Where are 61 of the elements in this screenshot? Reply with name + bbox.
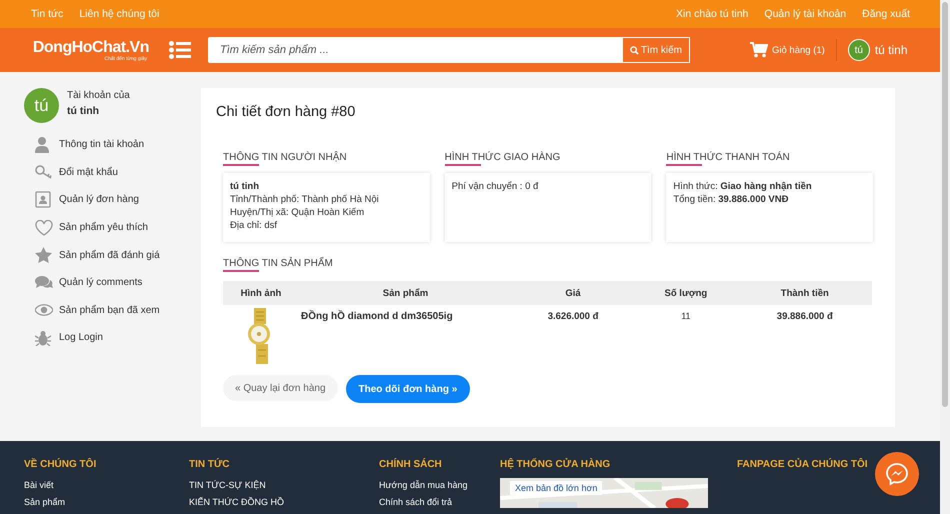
product-name[interactable]: ĐỒng hỒ diamond d dm36505ig: [301, 311, 453, 322]
cart-icon[interactable]: [750, 42, 768, 58]
footer-heading: VỀ CHÚNG TÔI: [24, 459, 98, 470]
footer-link[interactable]: Sản phẩm: [24, 497, 189, 507]
table-cell: 11: [681, 311, 691, 321]
info-line: Huyện/Thị xã: Quận Hoàn Kiếm: [230, 207, 366, 218]
info-line: Tỉnh/Thành phố: Thành phố Hà Nội: [230, 194, 380, 205]
info-line: Phí vận chuyển : 0 đ: [452, 181, 540, 192]
user-avatar: tú: [24, 88, 59, 123]
footer-heading: CHÍNH SÁCH: [379, 459, 443, 470]
sidebar-item[interactable]: Quản lý đơn hàng: [59, 194, 139, 206]
user-icon: [35, 136, 49, 153]
footer-heading: HỆ THỐNG CỬA HÀNG: [500, 459, 612, 470]
key-icon: [35, 165, 53, 180]
table-cell: 3.626.000 đ: [548, 311, 598, 322]
footer-link[interactable]: Hướng dẫn mua hàng: [379, 480, 500, 490]
sidebar-item[interactable]: Đổi mật khẩu: [59, 166, 118, 178]
order-title: Chi tiết đơn hàng #80: [216, 104, 356, 120]
section-heading: HÌNH THỨC GIAO HÀNG: [444, 152, 560, 168]
section-heading: HÌNH THỨC THANH TOÁN: [666, 152, 790, 168]
footer-heading: TIN TỨC: [189, 459, 231, 470]
track-order-button[interactable]: Theo dõi đơn hàng »: [346, 375, 470, 403]
star-icon: [35, 247, 52, 264]
account-caption: Tài khoản của: [67, 90, 130, 101]
column-header: Hình ảnh: [240, 288, 282, 298]
sidebar-item[interactable]: Log Login: [59, 332, 103, 344]
info-line: Tổng tiền: 39.886.000 VNĐ: [673, 194, 790, 205]
footer-heading: FANPAGE CỦA CHÚNG TÔI: [737, 459, 868, 470]
search-field[interactable]: Tìm kiếm sản phẩm ...: [208, 37, 622, 63]
info-line: tú tinh: [230, 181, 260, 192]
menu-icon[interactable]: [169, 41, 191, 59]
bug-icon: [35, 330, 51, 346]
footer-link[interactable]: TIN TỨC-SỰ KIỆN: [189, 480, 379, 490]
footer-link[interactable]: Chính sách đổi trả: [379, 497, 500, 507]
sidebar-item[interactable]: Quản lý comments: [59, 277, 142, 288]
table-cell: 39.886.000 đ: [776, 311, 833, 322]
footer-link[interactable]: KIẾN THỨC ĐỒNG HỒ: [189, 497, 379, 507]
messenger-button[interactable]: [875, 452, 919, 496]
map-link[interactable]: Xem bản đồ lớn hơn: [510, 481, 602, 495]
column-header: Số lượng: [664, 288, 708, 298]
column-header: Thành tiền: [780, 288, 829, 298]
messenger-icon: [885, 462, 909, 486]
section-heading: THÔNG TIN SẢN PHẨM: [223, 258, 333, 274]
search-icon: [630, 46, 639, 54]
sidebar-item[interactable]: Thông tin tài khoản: [59, 139, 144, 150]
info-line: Địa chỉ: dsf: [230, 220, 278, 231]
back-button[interactable]: « Quay lại đơn hàng: [223, 375, 338, 401]
comments-icon: [35, 275, 53, 290]
sidebar-item[interactable]: Sản phẩm đã đánh giá: [59, 250, 160, 261]
column-header: Sản phẩm: [382, 288, 428, 298]
column-header: Giá: [565, 288, 581, 298]
section-heading: THÔNG TIN NGƯỜI NHẬN: [223, 152, 347, 168]
scrollbar-thumb[interactable]: [942, 2, 948, 407]
sidebar-item[interactable]: Sản phẩm yêu thích: [59, 222, 148, 234]
heart-icon: [35, 220, 53, 236]
contact-card-icon: [35, 191, 51, 208]
account-name: tú tinh: [67, 105, 100, 117]
eye-icon: [35, 304, 53, 316]
sidebar-item[interactable]: Sản phẩm bạn đã xem: [59, 304, 160, 316]
footer-link[interactable]: Bài viết: [24, 480, 189, 490]
info-line: Hình thức: Giao hàng nhận tiền: [673, 181, 813, 192]
